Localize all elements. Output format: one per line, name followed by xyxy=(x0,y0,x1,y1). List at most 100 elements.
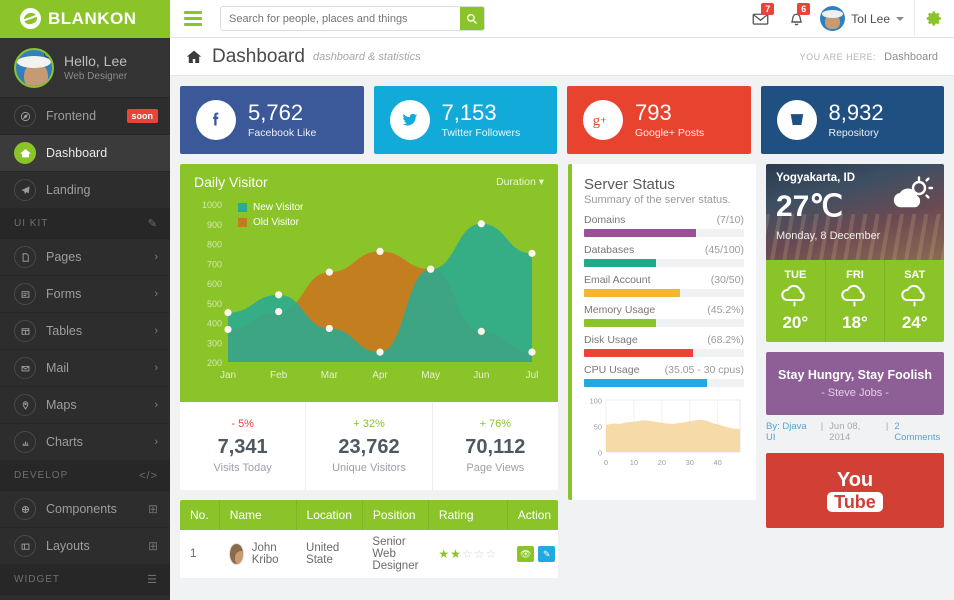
breadcrumb: Dashboard dashboard & statistics YOU ARE… xyxy=(170,38,954,76)
server-status-value: (45/100) xyxy=(704,244,744,256)
stat-label: Twitter Followers xyxy=(441,126,521,139)
svg-text:10: 10 xyxy=(630,458,638,467)
page-title: Dashboard xyxy=(212,45,305,67)
quote-by-link[interactable]: By: Djava UI xyxy=(766,421,815,443)
sidebar-toggle-button[interactable] xyxy=(170,0,216,38)
server-status-value: (30/50) xyxy=(710,274,744,286)
rain-cloud-icon xyxy=(838,283,872,311)
you-are-here-label: YOU ARE HERE: xyxy=(799,51,877,62)
svg-text:800: 800 xyxy=(207,240,222,250)
blankon-logo-icon xyxy=(20,8,41,29)
sidebar-item-overview[interactable]: Overview 10 xyxy=(0,595,170,600)
breadcrumb-right: YOU ARE HERE: Dashboard xyxy=(800,51,938,63)
breadcrumb-current[interactable]: Dashboard xyxy=(884,51,938,63)
sidebar-item-forms[interactable]: Forms › xyxy=(0,276,170,313)
th-no: No. xyxy=(180,500,220,530)
sun-cloud-icon xyxy=(888,176,934,219)
sidebar-item-dashboard[interactable]: Dashboard xyxy=(0,135,170,172)
stat-text: 5,762 Facebook Like xyxy=(248,101,316,139)
quote-card: Stay Hungry, Stay Foolish - Steve Jobs - xyxy=(766,352,944,415)
view-button[interactable]: 👁 xyxy=(517,546,535,562)
quote-author: - Steve Jobs - xyxy=(821,387,889,399)
sidebar-item-tables[interactable]: Tables › xyxy=(0,313,170,350)
rating-stars: ★★☆☆☆ xyxy=(438,547,498,561)
youtube-card[interactable]: You Tube xyxy=(766,453,944,528)
svg-text:Jun: Jun xyxy=(473,370,489,381)
user-menu-button[interactable]: Tol Lee xyxy=(814,0,914,38)
page-subtitle: dashboard & statistics xyxy=(312,50,421,63)
settings-button[interactable] xyxy=(914,0,954,38)
summary-value: 7,341 xyxy=(217,436,268,458)
sidebar-item-label: Layouts xyxy=(46,539,90,553)
sidebar-item-meta: ⊞ xyxy=(148,539,158,553)
sidebar-section-uikit: UI KIT ✎ xyxy=(0,209,170,239)
sidebar-item-layouts[interactable]: Layouts ⊞ xyxy=(0,528,170,565)
sidebar-item-pages[interactable]: Pages › xyxy=(0,239,170,276)
sidebar-item-meta: › xyxy=(154,436,158,448)
sidebar-item-landing[interactable]: Landing xyxy=(0,172,170,209)
sidebar-item-charts[interactable]: Charts › xyxy=(0,424,170,461)
svg-text:0: 0 xyxy=(598,449,602,458)
cell-rating: ★★☆☆☆ xyxy=(428,530,508,579)
search-box[interactable] xyxy=(220,6,485,31)
stat-card-repository[interactable]: 8,932 Repository xyxy=(760,86,944,154)
svg-text:20: 20 xyxy=(658,458,666,467)
svg-text:Mar: Mar xyxy=(321,370,339,381)
online-status-dot xyxy=(44,49,52,58)
envelope-icon xyxy=(14,357,36,379)
sidebar-item-components[interactable]: Components ⊞ xyxy=(0,491,170,528)
sidebar-item-meta: ⊞ xyxy=(148,502,158,516)
svg-text:900: 900 xyxy=(207,220,222,230)
sidebar-item-meta: › xyxy=(154,325,158,337)
brand-logo-area[interactable]: BLANKON xyxy=(0,0,170,38)
sidebar-item-maps[interactable]: Maps › xyxy=(0,387,170,424)
daily-visitor-title: Daily Visitor xyxy=(194,174,268,190)
sidebar-section-widget: WIDGET ☰ xyxy=(0,565,170,595)
gear-icon xyxy=(926,11,941,26)
quote-comments-link[interactable]: 2 Comments xyxy=(894,421,944,443)
svg-text:Apr: Apr xyxy=(372,370,388,381)
notifications-button[interactable]: 6 xyxy=(778,0,814,38)
sidebar-profile-text: Hello, Lee Web Designer xyxy=(64,53,127,82)
sidebar-item-label: Forms xyxy=(46,287,82,301)
stat-card-twitter[interactable]: 7,153 Twitter Followers xyxy=(373,86,557,154)
summary-unique-visitors: + 32% 23,762 Unique Visitors xyxy=(306,402,433,490)
stat-card-facebook[interactable]: 5,762 Facebook Like xyxy=(180,86,364,154)
edit-button[interactable]: ✎ xyxy=(538,546,556,562)
th-action: Action xyxy=(507,500,558,530)
cell-name: John Kribo xyxy=(219,530,297,579)
chevron-right-icon: › xyxy=(154,362,158,374)
quote-sep: | xyxy=(885,421,889,432)
search-input[interactable] xyxy=(221,7,460,30)
quote-date: Jun 08, 2014 xyxy=(829,421,861,443)
sidebar-item-label: Charts xyxy=(46,435,83,449)
server-status-value: (68.2%) xyxy=(707,334,744,346)
sidebar-badge-soon: soon xyxy=(126,109,158,123)
forecast-day-label: FRI xyxy=(846,269,864,281)
summary-pct: - 5% xyxy=(231,418,254,430)
right-column: Yogyakarta, ID 27℃ Monday, 8 December TU… xyxy=(766,164,944,579)
messages-button[interactable]: 7 xyxy=(742,0,778,38)
server-status-fill xyxy=(584,319,657,327)
content-grid: 5,762 Facebook Like 7,153 Twitter Follow… xyxy=(170,76,954,589)
search-button[interactable] xyxy=(460,7,484,30)
sidebar-item-mail[interactable]: Mail › xyxy=(0,350,170,387)
twitter-icon xyxy=(389,100,430,140)
server-status-label: Memory Usage xyxy=(584,304,656,316)
server-status-row: Email Account (30/50) xyxy=(584,274,744,297)
weather-widget: Yogyakarta, ID 27℃ Monday, 8 December TU… xyxy=(766,164,944,342)
server-status-row: Disk Usage (68.2%) xyxy=(584,334,744,357)
svg-text:May: May xyxy=(421,370,440,381)
sidebar-profile[interactable]: Hello, Lee Web Designer xyxy=(0,38,170,98)
sidebar-item-frontend[interactable]: Frontend soon xyxy=(0,98,170,135)
duration-dropdown[interactable]: Duration ▾ xyxy=(496,176,544,188)
svg-text:200: 200 xyxy=(207,358,222,368)
stat-card-googleplus[interactable]: g + 793 Google+ Posts xyxy=(567,86,751,154)
search-icon xyxy=(466,13,477,24)
server-status-track xyxy=(584,379,744,387)
chevron-down-icon xyxy=(896,16,904,21)
summary-visits-today: - 5% 7,341 Visits Today xyxy=(180,402,307,490)
cell-action[interactable]: 👁✎✕ xyxy=(507,530,558,579)
svg-text:Feb: Feb xyxy=(270,370,288,381)
server-status-fill xyxy=(584,349,694,357)
